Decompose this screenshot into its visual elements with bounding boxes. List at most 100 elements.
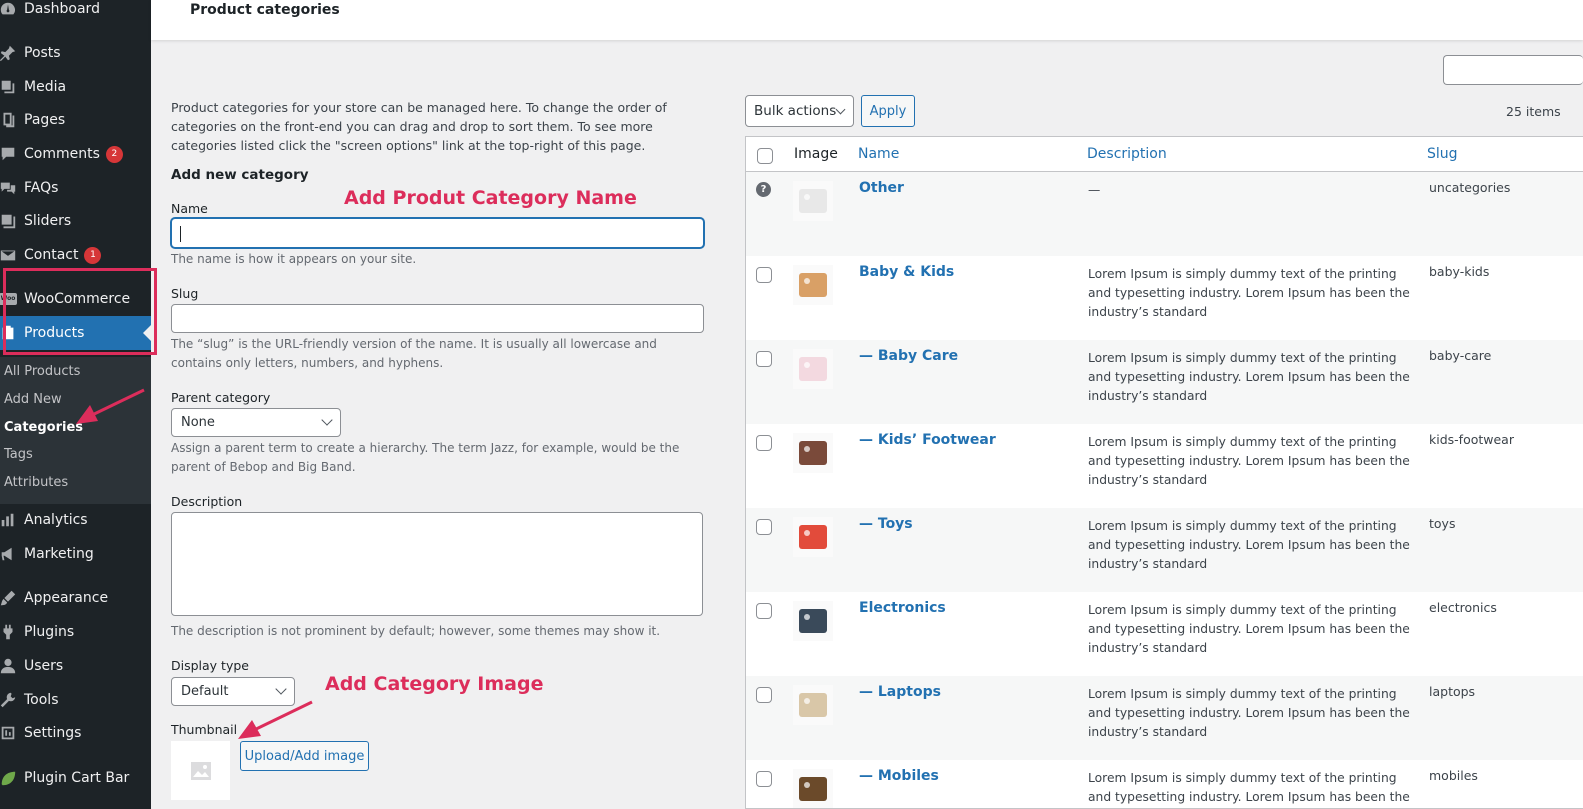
category-name-link[interactable]: Baby & Kids: [859, 264, 954, 280]
menu-item-appearance[interactable]: Appearance: [0, 581, 151, 615]
wrench-icon: [0, 690, 18, 710]
menu-item-settings[interactable]: Settings: [0, 716, 151, 750]
row-checkbox[interactable]: [756, 435, 772, 451]
column-name[interactable]: Name: [858, 146, 899, 162]
submenu-tags[interactable]: Tags: [4, 447, 33, 462]
display-type-label: Display type: [171, 658, 249, 673]
comments-count-badge: 2: [105, 145, 123, 163]
row-checkbox[interactable]: [756, 771, 772, 787]
page-header: Product categories: [151, 0, 1583, 40]
category-description: Lorem Ipsum is simply dummy text of the …: [1088, 687, 1410, 739]
category-slug: toys: [1429, 516, 1456, 531]
pages-icon: [0, 110, 18, 130]
menu-label: Analytics: [24, 512, 88, 528]
menu-label: Users: [24, 658, 64, 674]
menu-item-media[interactable]: Media: [0, 70, 151, 104]
category-name-link[interactable]: — Toys: [859, 516, 913, 532]
sliders-icon: [0, 211, 18, 231]
menu-item-users[interactable]: Users: [0, 649, 151, 683]
column-description[interactable]: Description: [1087, 146, 1167, 162]
category-slug: mobiles: [1429, 768, 1478, 783]
category-slug: baby-care: [1429, 348, 1492, 363]
menu-item-plugins[interactable]: Plugins: [0, 615, 151, 649]
table-row: Electronics Lorem Ipsum is simply dummy t…: [746, 592, 1583, 676]
table-row: ? Other — uncategories: [746, 172, 1583, 256]
menu-item-contact[interactable]: Contact 1: [0, 238, 151, 272]
category-name-link[interactable]: Other: [859, 180, 904, 196]
arrowhead-thumbnail: [238, 720, 261, 739]
description-textarea[interactable]: [171, 512, 703, 616]
select-all-checkbox[interactable]: [757, 148, 773, 164]
category-name-link[interactable]: Electronics: [859, 600, 946, 616]
row-checkbox[interactable]: [756, 603, 772, 619]
slug-help-text: The “slug” is the URL-friendly version o…: [171, 337, 657, 370]
menu-item-plugin-cart-bar[interactable]: Plugin Cart Bar: [0, 761, 151, 795]
category-image-icon: [793, 433, 833, 473]
mail-icon: [0, 245, 18, 265]
menu-item-marketing[interactable]: Marketing: [0, 537, 151, 571]
comments-icon: [0, 144, 18, 164]
search-categories-input[interactable]: [1443, 55, 1583, 85]
submenu-categories[interactable]: Categories: [4, 420, 83, 435]
pin-icon: [0, 43, 18, 63]
apply-button[interactable]: Apply: [861, 95, 915, 127]
menu-item-tools[interactable]: Tools: [0, 683, 151, 717]
category-name-link[interactable]: — Baby Care: [859, 348, 958, 364]
bulk-actions-select[interactable]: Bulk actions: [745, 95, 854, 127]
category-description: Lorem Ipsum is simply dummy text of the …: [1088, 435, 1410, 487]
category-thumbnail: [793, 601, 833, 641]
row-checkbox[interactable]: [756, 687, 772, 703]
description-label: Description: [171, 494, 243, 509]
thumbnail-preview: [171, 741, 230, 800]
name-input[interactable]: [171, 218, 704, 248]
category-name-link[interactable]: — Kids’ Footwear: [859, 432, 996, 448]
table-row: — Kids’ Footwear Lorem Ipsum is simply du…: [746, 424, 1583, 508]
user-icon: [0, 656, 18, 676]
display-type-select[interactable]: Default: [171, 677, 295, 706]
menu-item-sliders[interactable]: Sliders: [0, 204, 151, 238]
menu-item-analytics[interactable]: Analytics: [0, 503, 151, 537]
category-name-link[interactable]: — Laptops: [859, 684, 941, 700]
highlight-box: [3, 268, 157, 355]
menu-item-faqs[interactable]: FAQs: [0, 171, 151, 205]
parent-category-label: Parent category: [171, 390, 271, 405]
category-slug: electronics: [1429, 600, 1497, 615]
menu-item-posts[interactable]: Posts: [0, 36, 151, 70]
table-row: — Baby Care Lorem Ipsum is simply dummy t…: [746, 340, 1583, 424]
dashboard-icon: [0, 0, 18, 19]
category-slug: kids-footwear: [1429, 432, 1514, 447]
submenu-add-new[interactable]: Add New: [4, 392, 62, 407]
menu-label: Comments: [24, 146, 100, 162]
row-checkbox[interactable]: [756, 519, 772, 535]
submenu-all-products[interactable]: All Products: [4, 364, 80, 379]
menu-item-pages[interactable]: Pages: [0, 103, 151, 137]
column-slug[interactable]: Slug: [1427, 146, 1458, 162]
menu-label: Contact: [24, 247, 79, 263]
brush-icon: [0, 588, 18, 608]
menu-item-comments[interactable]: Comments 2: [0, 137, 151, 171]
products-submenu: All Products Add New Categories Tags Att…: [0, 357, 151, 504]
row-checkbox[interactable]: [756, 267, 772, 283]
category-thumbnail: [793, 265, 833, 305]
menu-label: Marketing: [24, 546, 94, 562]
leaf-icon: [0, 768, 18, 788]
display-type-value: Default: [181, 684, 229, 699]
menu-item-dashboard[interactable]: Dashboard: [0, 0, 151, 26]
menu-label: Posts: [24, 45, 61, 61]
category-image-icon: [793, 517, 833, 557]
category-name-link[interactable]: — Mobiles: [859, 768, 939, 784]
faq-icon: [0, 178, 18, 198]
submenu-attributes[interactable]: Attributes: [4, 475, 68, 490]
description-help-text: The description is not prominent by defa…: [171, 624, 661, 638]
annotation-image: Add Category Image: [325, 673, 544, 695]
slug-input[interactable]: [171, 304, 704, 333]
category-thumbnail: [793, 517, 833, 557]
menu-label: Sliders: [24, 213, 72, 229]
thumbnail-label: Thumbnail: [171, 722, 238, 737]
column-image: Image: [794, 146, 838, 162]
category-description: Lorem Ipsum is simply dummy text of the …: [1088, 519, 1410, 571]
parent-category-select[interactable]: None: [171, 408, 341, 437]
upload-image-button[interactable]: Upload/Add image: [240, 741, 369, 771]
page-title: Product categories: [190, 2, 340, 18]
row-checkbox[interactable]: [756, 351, 772, 367]
